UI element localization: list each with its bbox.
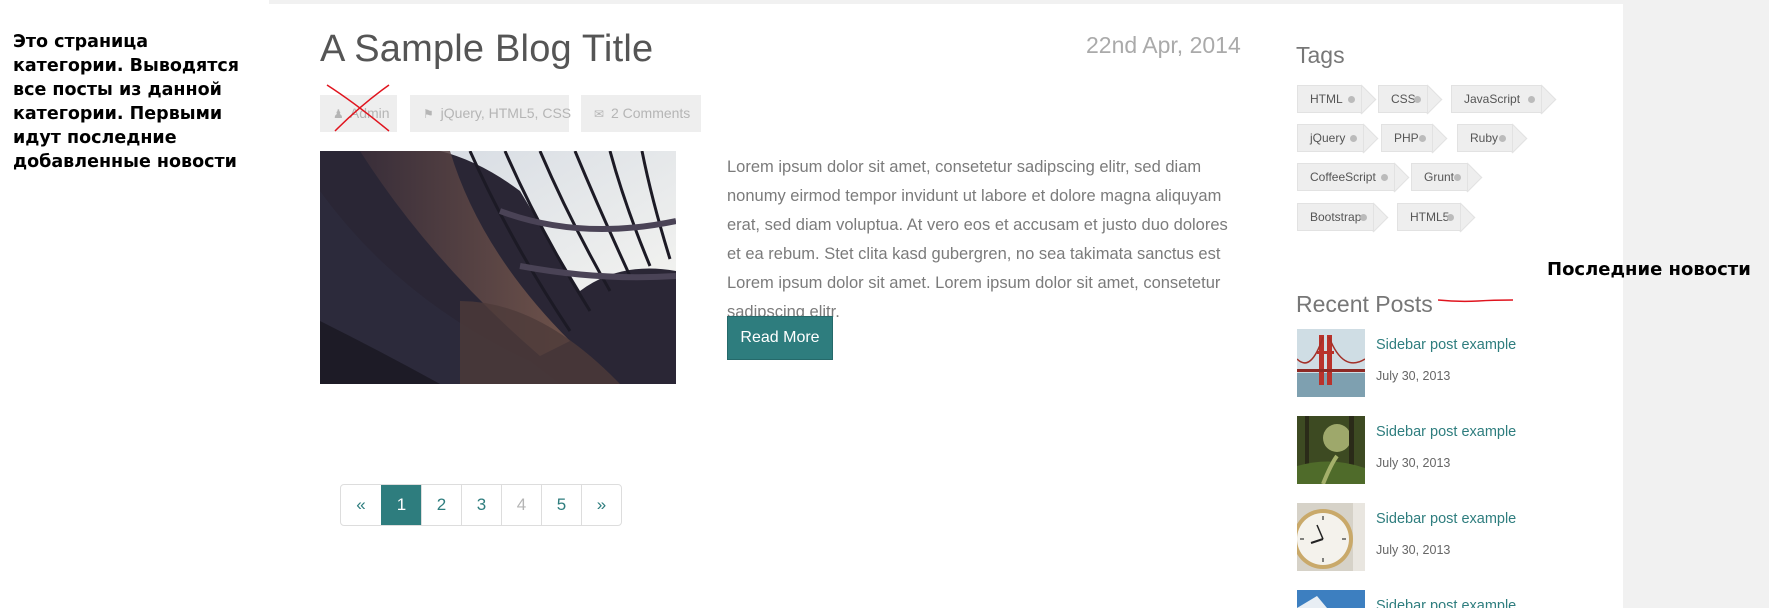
recent-posts-heading: Recent Posts bbox=[1296, 291, 1433, 317]
tag-hole bbox=[1419, 135, 1426, 142]
tag-hole bbox=[1360, 214, 1367, 221]
library-photo bbox=[320, 151, 676, 384]
tag-icon: ⚑ bbox=[423, 107, 434, 121]
recent-post-title[interactable]: Sidebar post example bbox=[1376, 511, 1516, 527]
recent-post-title[interactable]: Sidebar post example bbox=[1376, 337, 1516, 353]
recent-post-date: July 30, 2013 bbox=[1376, 456, 1451, 470]
pagination-next[interactable]: » bbox=[581, 485, 621, 525]
tag-javascript[interactable]: JavaScript bbox=[1451, 85, 1542, 113]
tag-label: CSS bbox=[1391, 92, 1416, 106]
tag-grunt[interactable]: Grunt bbox=[1411, 163, 1468, 191]
tag-label: CoffeeScript bbox=[1310, 170, 1376, 184]
pagination: « 1 2 3 4 5 » bbox=[340, 484, 622, 526]
watch-photo bbox=[1297, 503, 1365, 571]
post-comments-meta[interactable]: ✉ 2 Comments bbox=[581, 95, 701, 132]
recent-post-thumbnail[interactable] bbox=[1297, 590, 1365, 608]
recent-post-date: July 30, 2013 bbox=[1376, 543, 1451, 557]
post-author-meta[interactable]: ♟ Admin bbox=[320, 95, 397, 132]
tag-label: Ruby bbox=[1470, 131, 1499, 145]
post-tags-meta: ⚑ jQuery, HTML5, CSS bbox=[410, 95, 571, 132]
annotation-underline bbox=[1438, 299, 1513, 303]
tag-bootstrap[interactable]: Bootstrap bbox=[1297, 203, 1374, 231]
tag-hole bbox=[1350, 135, 1357, 142]
comments-icon: ✉ bbox=[594, 107, 605, 121]
pagination-page-1[interactable]: 1 bbox=[381, 485, 421, 525]
page-right-background bbox=[1623, 0, 1769, 608]
tag-php[interactable]: PHP bbox=[1381, 124, 1433, 152]
tag-coffeescript[interactable]: CoffeeScript bbox=[1297, 163, 1395, 191]
bridge-photo bbox=[1297, 329, 1365, 397]
post-tag-link[interactable]: jQuery bbox=[441, 105, 481, 121]
tag-hole bbox=[1348, 96, 1355, 103]
tag-label: Bootstrap bbox=[1310, 210, 1362, 224]
pagination-page-4[interactable]: 4 bbox=[501, 485, 541, 525]
recent-post-date: July 30, 2013 bbox=[1376, 369, 1451, 383]
user-icon: ♟ bbox=[333, 107, 344, 121]
recent-post-thumbnail[interactable] bbox=[1297, 329, 1365, 397]
post-image[interactable] bbox=[320, 151, 676, 384]
post-tag-link[interactable]: CSS bbox=[542, 105, 571, 121]
post-author[interactable]: Admin bbox=[350, 105, 390, 121]
tag-hole bbox=[1414, 96, 1421, 103]
tag-ruby[interactable]: Ruby bbox=[1457, 124, 1513, 152]
tag-hole bbox=[1499, 135, 1506, 142]
read-more-button[interactable]: Read More bbox=[727, 316, 833, 360]
annotation-right-note: Последние новости bbox=[1547, 259, 1751, 280]
recent-post-title[interactable]: Sidebar post example bbox=[1376, 424, 1516, 440]
pagination-page-5[interactable]: 5 bbox=[541, 485, 581, 525]
tag-hole bbox=[1447, 214, 1454, 221]
pagination-page-3[interactable]: 3 bbox=[461, 485, 501, 525]
post-title[interactable]: A Sample Blog Title bbox=[320, 28, 653, 71]
annotation-left-note: Это страница категории. Выводятся все по… bbox=[13, 32, 240, 172]
post-date: 22nd Apr, 2014 bbox=[1086, 32, 1241, 58]
tags-heading: Tags bbox=[1296, 42, 1345, 68]
recent-post-title[interactable]: Sidebar post example bbox=[1376, 598, 1516, 608]
tag-label: jQuery bbox=[1310, 131, 1346, 145]
tag-jquery[interactable]: jQuery bbox=[1297, 124, 1364, 152]
post-excerpt: Lorem ipsum dolor sit amet, consetetur s… bbox=[727, 158, 1228, 321]
tag-hole bbox=[1528, 96, 1535, 103]
tag-label: PHP bbox=[1394, 131, 1419, 145]
post-tag-link[interactable]: HTML5 bbox=[489, 105, 535, 121]
tag-label: HTML bbox=[1310, 92, 1343, 106]
tag-html[interactable]: HTML bbox=[1297, 85, 1362, 113]
post-comments[interactable]: 2 Comments bbox=[611, 105, 690, 121]
tag-html5[interactable]: HTML5 bbox=[1397, 203, 1461, 231]
recent-post-thumbnail[interactable] bbox=[1297, 416, 1365, 484]
tag-hole bbox=[1381, 174, 1388, 181]
tag-label: JavaScript bbox=[1464, 92, 1521, 106]
tag-label: HTML5 bbox=[1410, 210, 1450, 224]
pagination-page-2[interactable]: 2 bbox=[421, 485, 461, 525]
recent-post-thumbnail[interactable] bbox=[1297, 503, 1365, 571]
tag-css[interactable]: CSS bbox=[1378, 85, 1428, 113]
sky-photo bbox=[1297, 590, 1365, 608]
tag-label: Grunt bbox=[1424, 170, 1455, 184]
forest-photo bbox=[1297, 416, 1365, 484]
tag-hole bbox=[1454, 174, 1461, 181]
pagination-prev[interactable]: « bbox=[341, 485, 381, 525]
